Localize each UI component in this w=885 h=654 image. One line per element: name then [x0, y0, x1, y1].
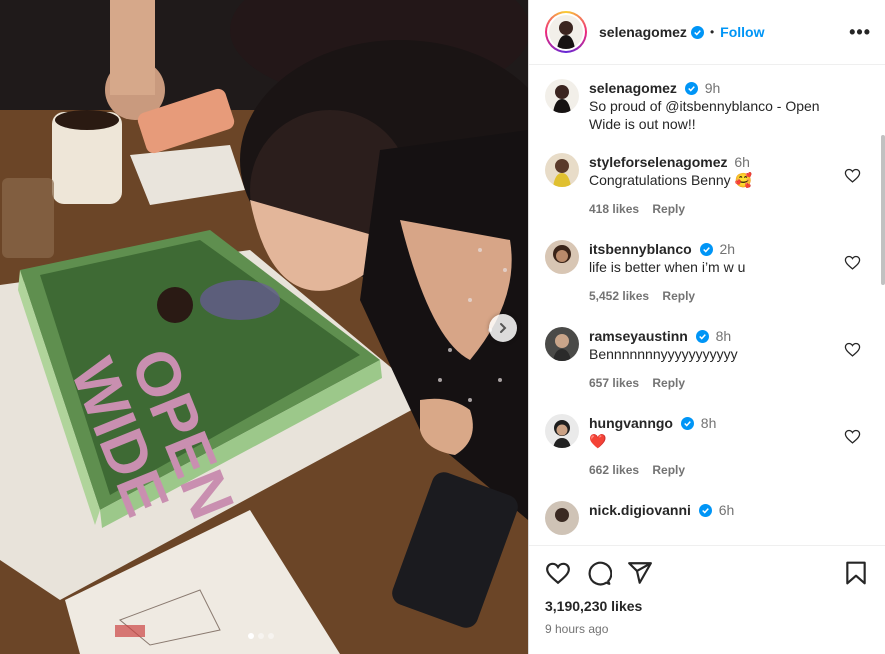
comment: itsbennyblanco 2h life is better when i’…	[545, 240, 869, 305]
comments-list[interactable]: selenagomez 9h So proud of @itsbennyblan…	[529, 65, 885, 545]
post-actions: 3,190,230 likes 9 hours ago	[529, 545, 885, 654]
comment-username[interactable]: hungvanngo	[589, 415, 673, 431]
reply-button[interactable]: Reply	[652, 202, 685, 216]
comment-text: ❤️	[589, 433, 607, 449]
avatar	[549, 15, 583, 49]
verified-icon	[698, 504, 712, 517]
comment-likes[interactable]: 657 likes	[589, 376, 639, 390]
heart-icon[interactable]	[844, 428, 861, 445]
carousel-dots	[248, 633, 274, 639]
comment-likes[interactable]: 662 likes	[589, 463, 639, 477]
comment: nick.digiovanni 6h	[545, 501, 869, 535]
comment-time: 9h	[704, 80, 721, 96]
comment-username[interactable]: selenagomez	[589, 80, 677, 96]
carousel-dot	[268, 633, 274, 639]
reply-button[interactable]: Reply	[652, 376, 685, 390]
comment-username[interactable]: styleforselenagomez	[589, 154, 728, 170]
carousel-next-button[interactable]	[489, 314, 517, 342]
verified-icon	[695, 330, 709, 343]
separator: •	[709, 25, 715, 39]
likes-count[interactable]: 3,190,230 likes	[545, 598, 869, 614]
post-panel: selenagomez • Follow ••• selenagomez 9h …	[528, 0, 885, 654]
heart-icon[interactable]	[844, 254, 861, 271]
comment-username[interactable]: ramseyaustinn	[589, 328, 688, 344]
comment-time: 6h	[734, 154, 750, 170]
heart-icon[interactable]	[545, 560, 571, 586]
reply-button[interactable]: Reply	[662, 289, 695, 303]
scrollbar[interactable]	[881, 135, 885, 285]
comment: ramseyaustinn 8h Bennnnnnnyyyyyyyyyyy 65…	[545, 327, 869, 392]
comment-text: Bennnnnnnyyyyyyyyyyy	[589, 346, 738, 362]
verified-icon	[699, 243, 713, 256]
post-media[interactable]: OPEN WIDE	[0, 0, 528, 654]
comment: hungvanngo 8h ❤️ 662 likes Reply	[545, 414, 869, 479]
comment-text: Congratulations Benny 🥰	[589, 172, 752, 188]
comment-time: 6h	[718, 502, 735, 518]
comment-username[interactable]: itsbennyblanco	[589, 241, 692, 257]
save-icon[interactable]	[843, 560, 869, 586]
avatar[interactable]	[545, 327, 579, 361]
carousel-dot	[258, 633, 264, 639]
caption-text: So proud of @itsbennyblanco - Open Wide …	[589, 98, 820, 132]
post-header: selenagomez • Follow •••	[529, 0, 885, 65]
comment-text: life is better when i’m w u	[589, 259, 746, 275]
post-timestamp[interactable]: 9 hours ago	[545, 622, 869, 636]
avatar[interactable]	[545, 240, 579, 274]
comment-likes[interactable]: 418 likes	[589, 202, 639, 216]
comment-time: 8h	[700, 415, 717, 431]
reply-button[interactable]: Reply	[652, 463, 685, 477]
verified-icon	[690, 25, 704, 39]
author-avatar[interactable]	[545, 11, 587, 53]
post-photo: OPEN WIDE	[0, 0, 528, 654]
comment-time: 8h	[715, 328, 732, 344]
avatar[interactable]	[545, 153, 579, 187]
avatar[interactable]	[545, 79, 579, 113]
comment-username[interactable]: nick.digiovanni	[589, 502, 691, 518]
heart-icon[interactable]	[844, 341, 861, 358]
verified-icon	[684, 82, 698, 95]
more-icon[interactable]: •••	[849, 23, 871, 41]
heart-icon[interactable]	[844, 167, 861, 184]
verified-icon	[680, 417, 694, 430]
comment-icon[interactable]	[586, 560, 612, 586]
caption: selenagomez 9h So proud of @itsbennyblan…	[545, 79, 869, 133]
carousel-dot	[248, 633, 254, 639]
comment-time: 2h	[719, 241, 736, 257]
share-icon[interactable]	[627, 560, 653, 586]
avatar[interactable]	[545, 501, 579, 535]
author-username[interactable]: selenagomez	[599, 24, 687, 40]
chevron-right-icon	[500, 323, 507, 333]
follow-button[interactable]: Follow	[720, 24, 764, 40]
comment: styleforselenagomez 6h Congratulations B…	[545, 153, 869, 218]
avatar[interactable]	[545, 414, 579, 448]
comment-likes[interactable]: 5,452 likes	[589, 289, 649, 303]
